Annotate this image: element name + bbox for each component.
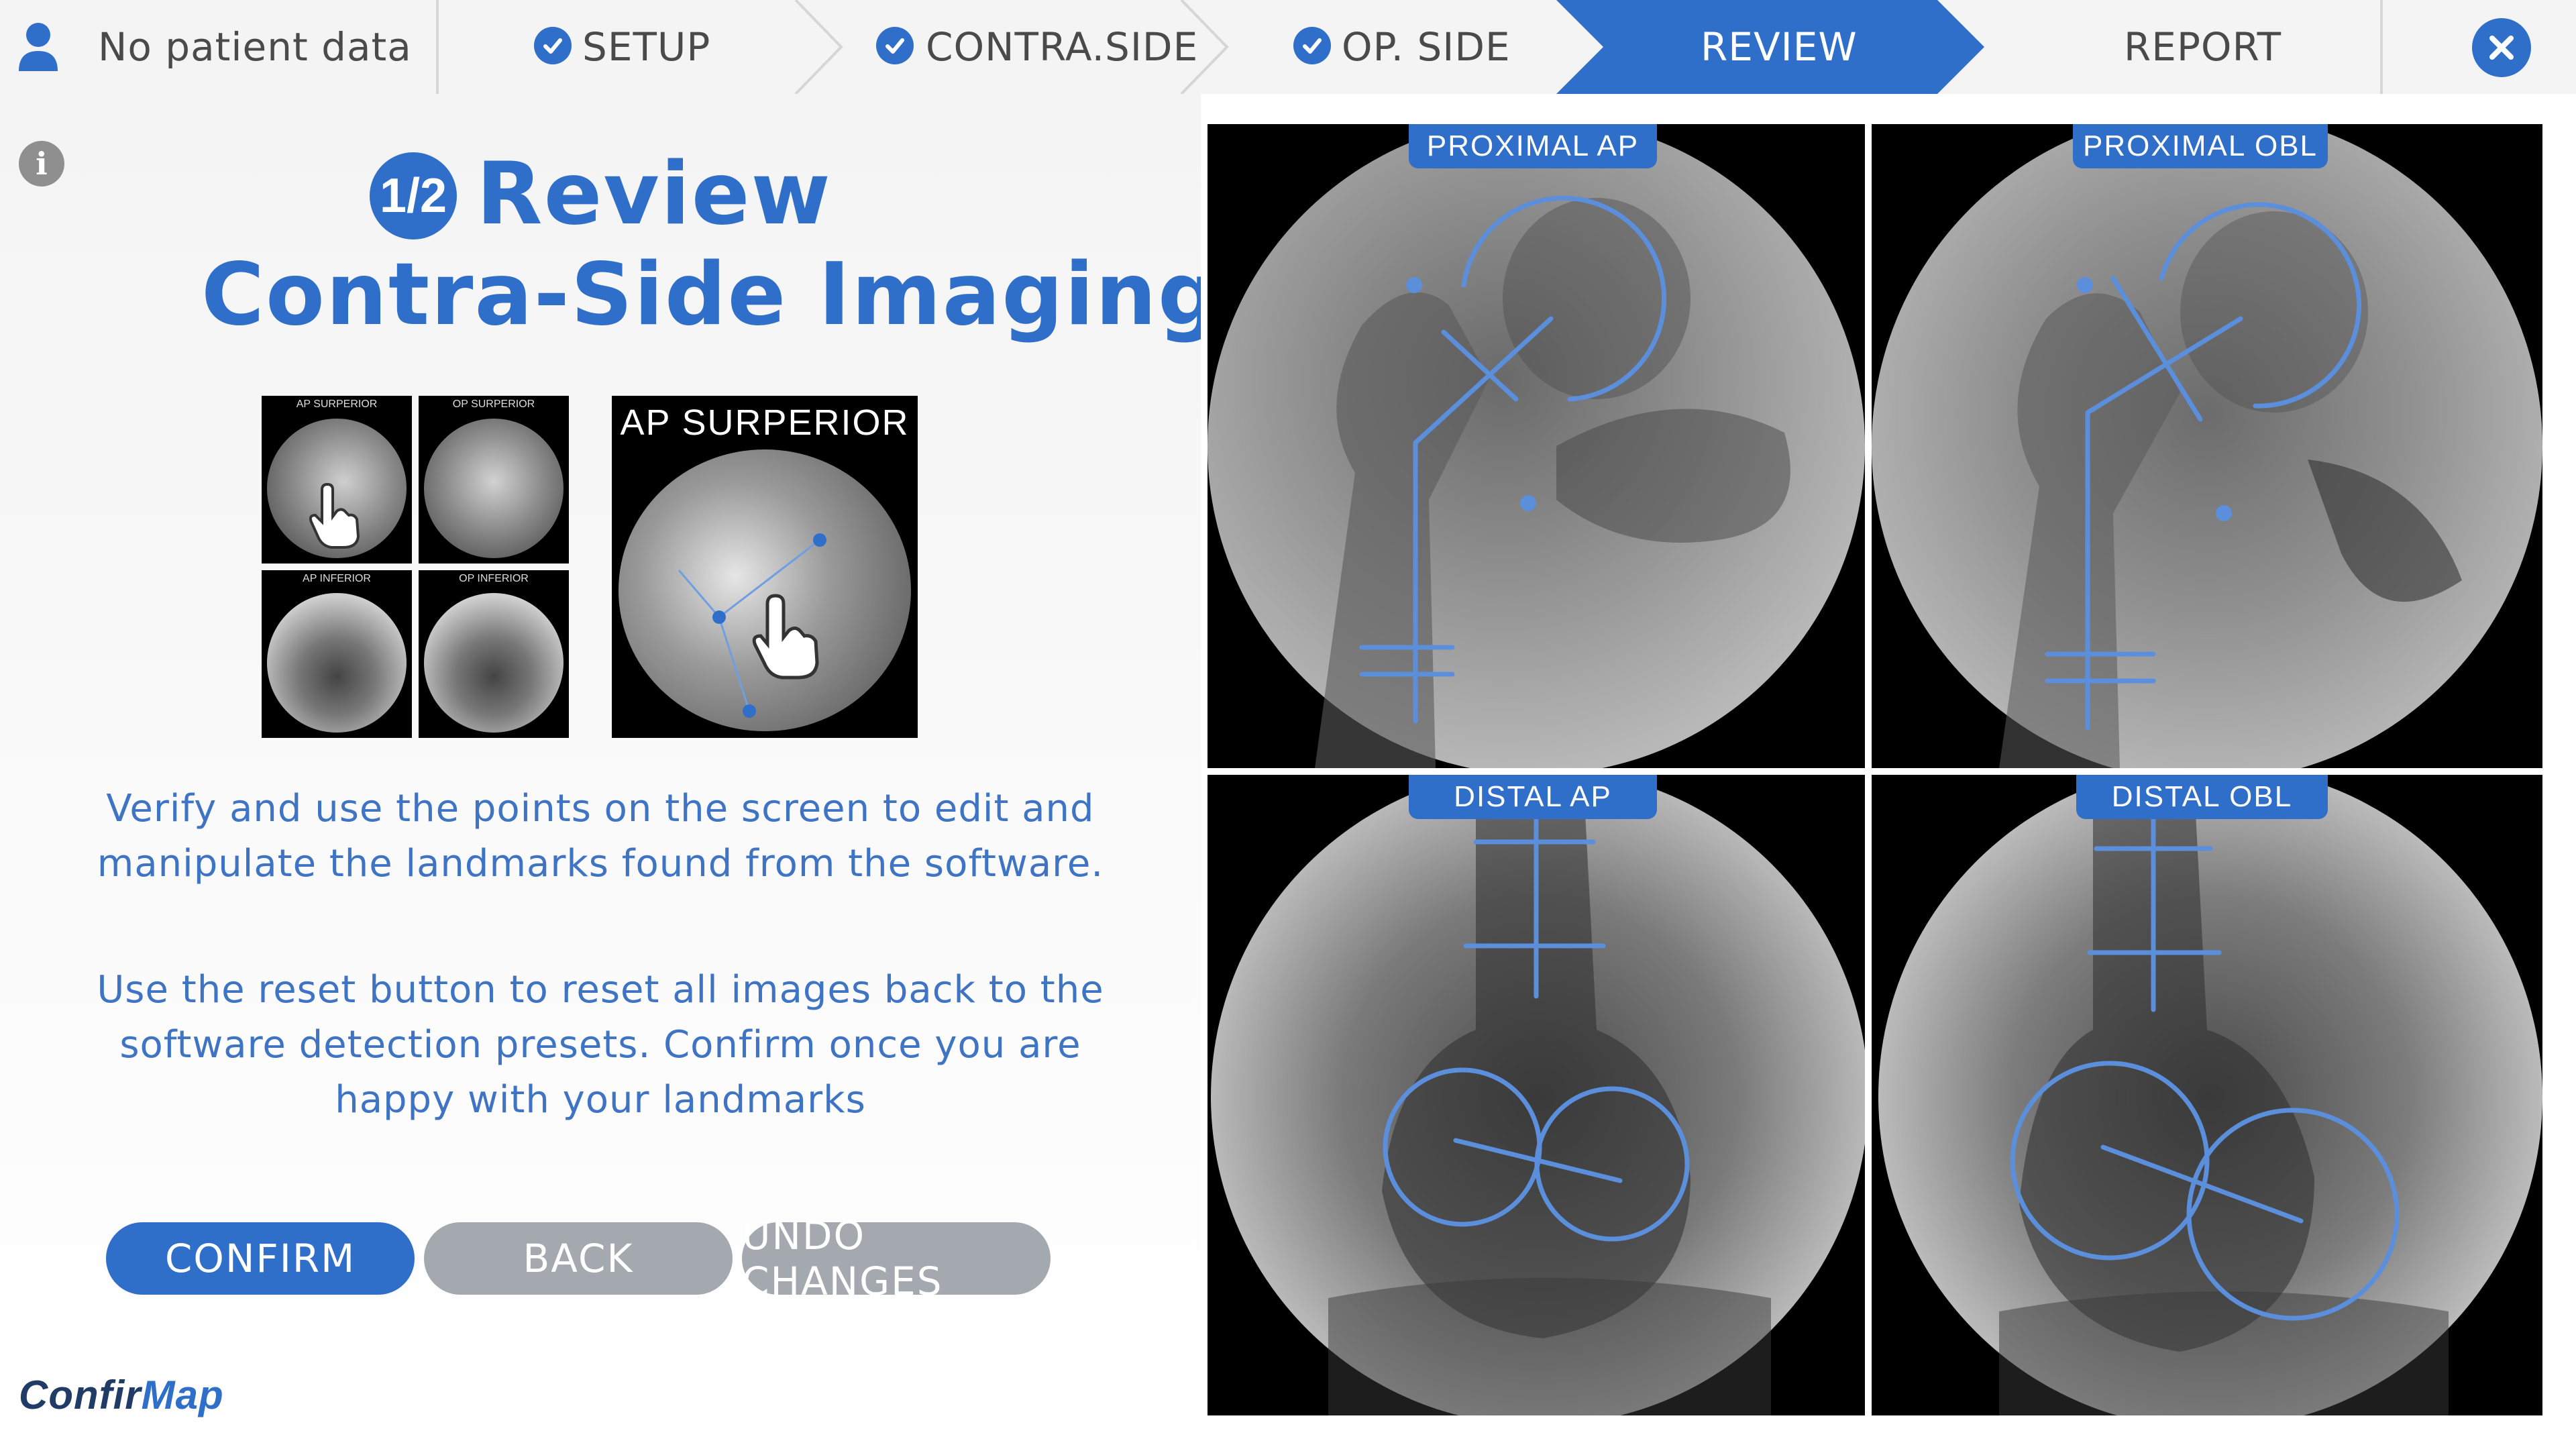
- confirm-button[interactable]: CONFIRM: [106, 1222, 415, 1295]
- image-distal-obl[interactable]: DISTAL OBL: [1872, 775, 2542, 1415]
- image-label: PROXIMAL OBL: [2073, 124, 2328, 168]
- reset-note-line: happy with your landmarks: [335, 1078, 866, 1122]
- reset-note-line: Use the reset button to reset all images…: [97, 968, 1104, 1012]
- image-review-grid: PROXIMAL AP PROXIMAL OBL DISTAL AP DISTA…: [1201, 94, 2576, 1449]
- instruction-panel: i 1/2 Review Contra-Side Imaging AP SURP…: [0, 94, 1220, 1449]
- thumbnail-ap-inferior: AP INFERIOR: [262, 570, 412, 738]
- close-button[interactable]: [2472, 18, 2531, 77]
- page-title: Review: [476, 144, 832, 244]
- image-proximal-obl[interactable]: PROXIMAL OBL: [1872, 124, 2542, 768]
- step-badge: 1/2: [370, 152, 457, 239]
- image-distal-ap[interactable]: DISTAL AP: [1208, 775, 1865, 1415]
- tap-hand-icon: [309, 483, 360, 549]
- separator: [2380, 0, 2383, 94]
- image-label: PROXIMAL AP: [1409, 124, 1657, 168]
- image-label: DISTAL OBL: [2076, 775, 2328, 819]
- tap-hand-icon: [752, 594, 819, 680]
- confirmap-logo: ConfirMap: [19, 1373, 224, 1417]
- instruction-line: Verify and use the points on the screen …: [106, 787, 1095, 830]
- tab-report[interactable]: REPORT: [2124, 0, 2282, 94]
- info-icon[interactable]: i: [19, 141, 64, 186]
- page-subtitle: Contra-Side Imaging: [201, 245, 1221, 345]
- back-button[interactable]: BACK: [424, 1222, 733, 1295]
- tab-review[interactable]: REVIEW: [1701, 0, 1858, 94]
- app-screen: No patient data SETUP CONTRA.SIDE OP. SI…: [0, 0, 2576, 1449]
- image-label: DISTAL AP: [1409, 775, 1657, 819]
- thumbnail-op-inferior: OP INFERIOR: [419, 570, 569, 738]
- instruction-line: manipulate the landmarks found from the …: [97, 842, 1104, 885]
- thumbnail-op-superior: OP SURPERIOR: [419, 396, 569, 564]
- step-bar: No patient data SETUP CONTRA.SIDE OP. SI…: [0, 0, 2576, 94]
- close-icon: [2489, 36, 2514, 60]
- thumbnail-ap-superior: AP SURPERIOR: [262, 396, 412, 564]
- undo-changes-button[interactable]: UNDO CHANGES: [742, 1213, 1051, 1304]
- preview-ap-superior: AP SURPERIOR: [612, 396, 918, 738]
- image-proximal-ap[interactable]: PROXIMAL AP: [1208, 124, 1865, 768]
- reset-note-line: software detection presets. Confirm once…: [119, 1023, 1081, 1067]
- preview-landmarks: [678, 533, 826, 718]
